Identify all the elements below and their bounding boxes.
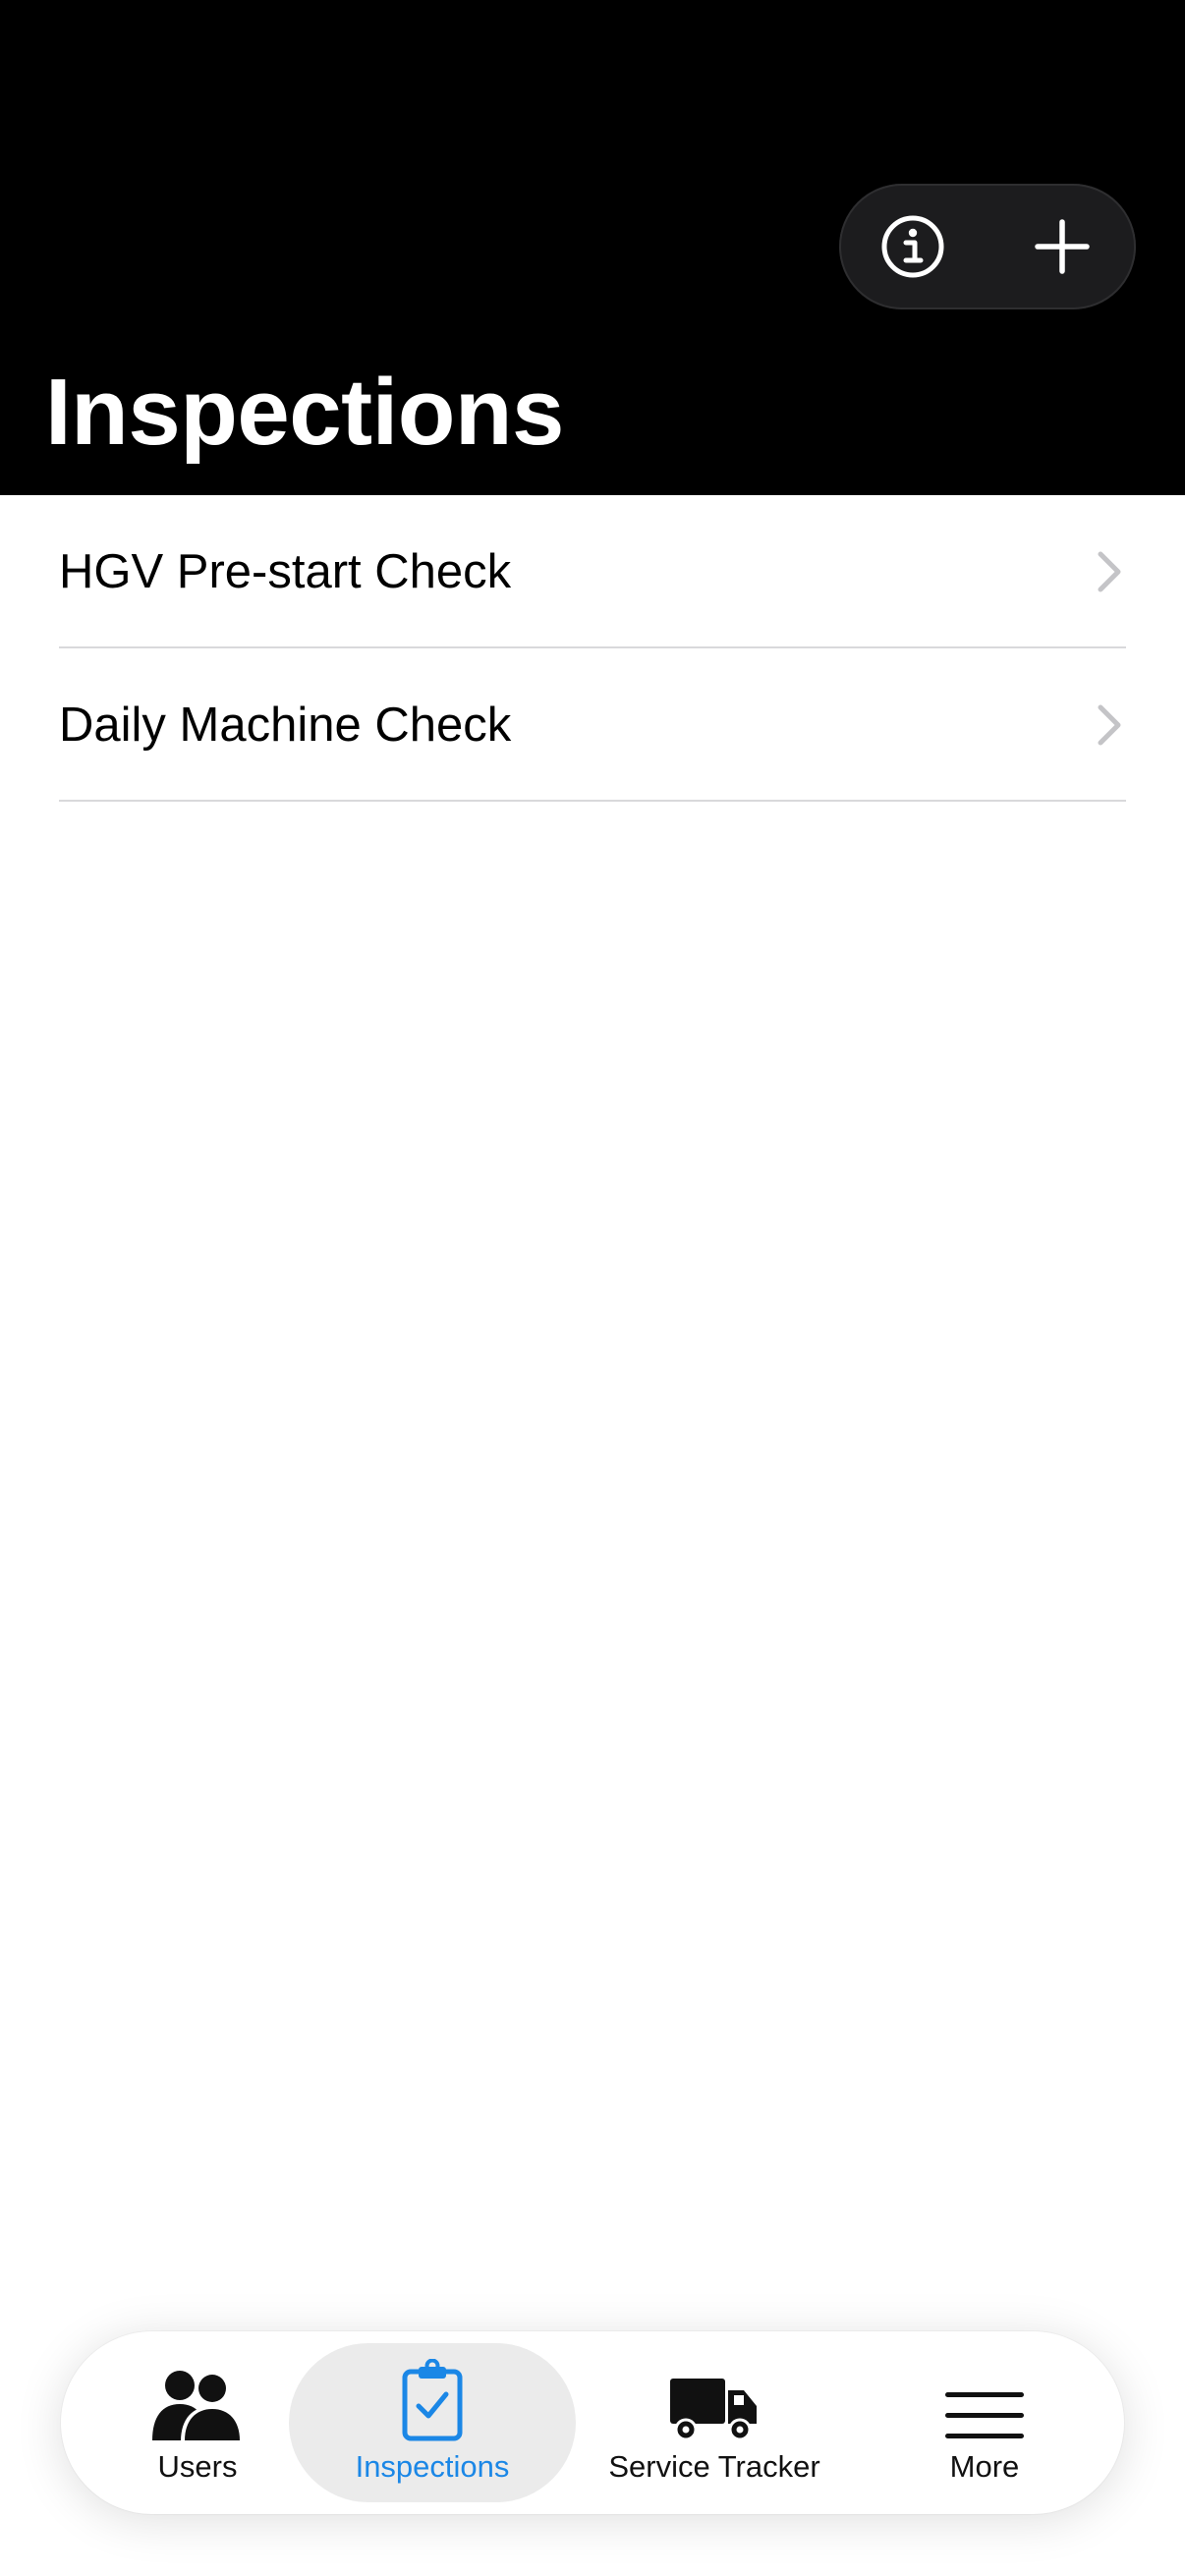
tab-label: Inspections: [355, 2449, 510, 2484]
header-action-group: [839, 184, 1136, 309]
tab-users[interactable]: Users: [96, 2343, 299, 2502]
list-item-label: Daily Machine Check: [59, 699, 512, 752]
clipboard-check-icon: [402, 2359, 463, 2441]
plus-icon: [1035, 219, 1090, 274]
page-title: Inspections: [45, 360, 564, 465]
inspection-list: HGV Pre-start Check Daily Machine Check: [0, 495, 1185, 802]
list-item-daily-machine-check[interactable]: Daily Machine Check: [0, 648, 1185, 802]
list-item-hgv-pre-start-check[interactable]: HGV Pre-start Check: [0, 495, 1185, 648]
navigation-header: Inspections: [0, 0, 1185, 495]
chevron-right-icon: [1098, 551, 1121, 592]
users-icon: [152, 2371, 244, 2441]
truck-icon: [670, 2379, 757, 2441]
list-divider: [59, 800, 1126, 802]
tab-label: More: [949, 2449, 1020, 2484]
list-item-label: HGV Pre-start Check: [59, 545, 512, 598]
chevron-right-icon: [1098, 704, 1121, 746]
tab-label: Users: [157, 2449, 238, 2484]
info-circle-icon: [881, 215, 944, 278]
tab-inspections[interactable]: Inspections: [289, 2343, 576, 2502]
menu-icon: [945, 2392, 1024, 2438]
info-button[interactable]: [839, 184, 987, 309]
tab-bar: Users Inspections Service Tracker More: [61, 2331, 1124, 2514]
tab-more[interactable]: More: [896, 2343, 1073, 2502]
add-inspection-button[interactable]: [988, 184, 1136, 309]
tab-label: Service Tracker: [608, 2449, 820, 2484]
tab-service-tracker[interactable]: Service Tracker: [592, 2343, 837, 2502]
